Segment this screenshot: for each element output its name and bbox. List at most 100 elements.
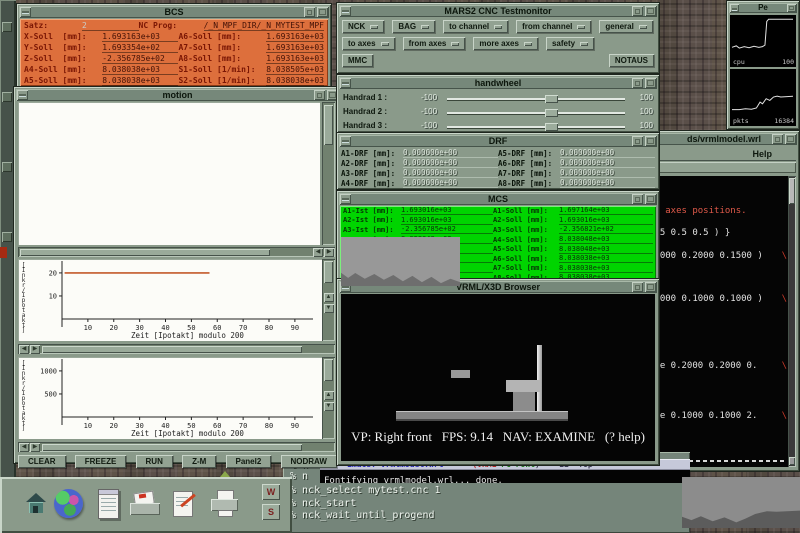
plot-vscrollbar[interactable]: ▲ ▼ (322, 357, 335, 439)
nodraw-button[interactable]: NODRAW (281, 455, 337, 468)
subpanel-arrow-icon[interactable] (220, 471, 230, 477)
maximize-button[interactable] (785, 134, 796, 144)
minimize-button[interactable] (772, 134, 783, 144)
scroll-right-icon[interactable]: ▶ (30, 443, 40, 452)
slider-thumb[interactable] (545, 123, 558, 131)
window-menu-icon[interactable] (340, 78, 351, 88)
mars2-button-safety[interactable]: safety (546, 37, 594, 50)
scrollbar-thumb[interactable] (20, 249, 270, 256)
workspace-tile-2[interactable]: S (262, 504, 280, 520)
drf-titlebar[interactable]: DRF (339, 135, 657, 147)
frame-handle[interactable] (2, 162, 12, 172)
mars2-button-to-channel[interactable]: to channel (443, 20, 508, 33)
scrollbar-thumb[interactable] (324, 261, 333, 283)
svg-text:Zeit [Ipotakt] modulo 200: Zeit [Ipotakt] modulo 200 (131, 429, 244, 438)
scroll-down-icon[interactable]: ▼ (324, 402, 334, 411)
minimize-button[interactable] (632, 6, 643, 16)
notaus-button[interactable]: NOTAUS (609, 54, 654, 67)
scroll-right-icon[interactable]: ▶ (324, 248, 334, 257)
maximize-button[interactable] (645, 194, 656, 204)
handwheel-titlebar[interactable]: handwheel (339, 77, 657, 89)
mars2-button-general[interactable]: general (599, 20, 652, 33)
scroll-down-icon[interactable]: ▼ (324, 304, 334, 313)
frame-handle[interactable] (2, 22, 12, 32)
field-value: 8.038038e+03 (102, 65, 178, 75)
workspace-tile-1[interactable]: W (262, 484, 280, 500)
minimize-button[interactable] (314, 90, 325, 100)
mars2-button-from-axes[interactable]: from axes (403, 37, 466, 50)
scrollbar-thumb[interactable] (42, 346, 302, 353)
minimize-button[interactable] (304, 7, 315, 17)
scrollbar-thumb[interactable] (324, 359, 333, 381)
z-m-button[interactable]: Z-M (182, 455, 216, 468)
maximize-button[interactable] (787, 4, 796, 12)
slider-thumb[interactable] (545, 95, 558, 103)
frame-handle[interactable] (2, 232, 12, 242)
slider-thumb[interactable] (545, 109, 558, 117)
minimize-button[interactable] (632, 78, 643, 88)
mars2-button-more-axes[interactable]: more axes (473, 37, 538, 50)
scroll-left-icon[interactable]: ◀ (19, 345, 29, 354)
scrollbar-thumb[interactable] (789, 178, 795, 204)
bcs-titlebar[interactable]: BCS (19, 6, 329, 18)
scrollbar-thumb[interactable] (42, 444, 302, 451)
mmc-button[interactable]: MMC (342, 54, 373, 67)
hscrollbar-2[interactable]: ◀ ▶ (18, 344, 335, 354)
scroll-right-icon[interactable]: ▶ (30, 345, 40, 354)
mars2-button-bag[interactable]: BAG (392, 20, 435, 33)
hscrollbar-3[interactable]: ◀ ▶ (18, 442, 335, 452)
maximize-button[interactable] (645, 78, 656, 88)
maximize-button[interactable] (645, 282, 656, 292)
maximize-button[interactable] (317, 7, 328, 17)
plot-vscrollbar[interactable]: ▲ ▼ (322, 259, 335, 341)
window-menu-icon[interactable] (17, 90, 28, 100)
editor-titlebar[interactable]: ds/vrmlmodel.wrl (651, 133, 797, 145)
file-manager-launcher[interactable] (20, 487, 54, 525)
scrollbar-thumb[interactable] (324, 105, 333, 145)
calendar-launcher[interactable] (92, 487, 126, 525)
window-menu-icon[interactable] (20, 7, 31, 17)
scrollbar-grip[interactable] (789, 457, 795, 465)
window-menu-icon[interactable] (340, 194, 351, 204)
mail-launcher[interactable] (128, 487, 162, 525)
scroll-left-icon[interactable]: ◀ (313, 248, 323, 257)
help-menu[interactable]: Help (752, 149, 772, 159)
minimize-button[interactable] (632, 194, 643, 204)
motion-titlebar[interactable]: motion (16, 89, 339, 101)
frame-handle[interactable] (2, 92, 12, 102)
button-label: to axes (348, 39, 376, 48)
window-menu-icon[interactable] (340, 6, 351, 16)
value-row: A4-DRF [mm]:0.000000e+00A8-DRF [mm]:0.00… (341, 178, 655, 188)
text-note-launcher[interactable] (168, 487, 202, 525)
vrml-viewport[interactable]: VP: Right front FPS: 9.14 NAV: EXAMINE (… (341, 294, 655, 461)
window-menu-icon[interactable] (730, 4, 739, 12)
hscrollbar-1[interactable]: ◀ ▶ (18, 247, 335, 257)
mcs-titlebar[interactable]: MCS (339, 193, 657, 205)
slider-track[interactable] (447, 98, 625, 100)
mars2-button-nck[interactable]: NCK (342, 20, 384, 33)
run-button[interactable]: RUN (136, 455, 173, 468)
freeze-button[interactable]: FREEZE (75, 455, 127, 468)
maximize-button[interactable] (645, 136, 656, 146)
clear-button[interactable]: CLEAR (18, 455, 66, 468)
minimize-button[interactable] (632, 282, 643, 292)
maximize-button[interactable] (645, 6, 656, 16)
editor-window: ds/vrmlmodel.wrl Help ne axes positions.… (648, 130, 800, 472)
web-browser-launcher[interactable] (52, 487, 86, 525)
motion-vscrollbar[interactable] (322, 102, 335, 245)
scroll-up-icon[interactable]: ▲ (324, 391, 334, 400)
scroll-left-icon[interactable]: ◀ (19, 443, 29, 452)
slider-track[interactable] (447, 112, 625, 114)
perf-titlebar[interactable]: Pe (729, 3, 797, 13)
window-menu-icon[interactable] (340, 136, 351, 146)
editor-scrollbar[interactable] (788, 176, 796, 467)
mars2-titlebar[interactable]: MARS2 CNC Testmonitor (339, 5, 657, 17)
panel2-button[interactable]: Panel2 (226, 455, 272, 468)
minimize-button[interactable] (632, 136, 643, 146)
mars2-button-to-axes[interactable]: to axes (342, 37, 395, 50)
editor-text-area[interactable]: ne axes positions.0.5 0.5 0.5 ) }.5000 0… (652, 176, 796, 467)
mars2-button-from-channel[interactable]: from channel (516, 20, 591, 33)
scroll-up-icon[interactable]: ▲ (324, 293, 334, 302)
slider-track[interactable] (447, 126, 625, 128)
printer-launcher[interactable] (208, 487, 242, 525)
